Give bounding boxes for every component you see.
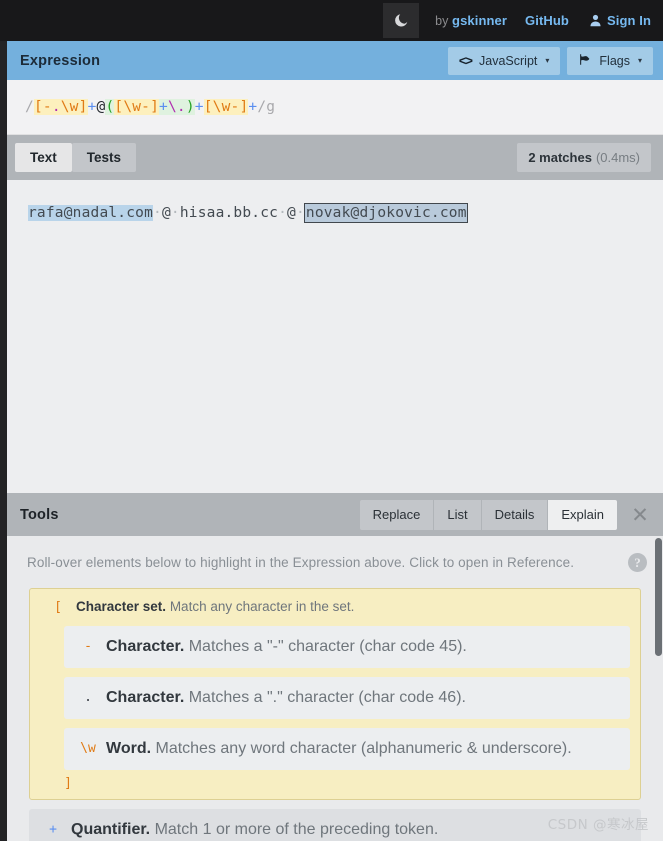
subject-at-2: @	[287, 205, 296, 221]
regex-pattern: /[-.\w]+@([\w-]+\.)+[\w-]+/g	[25, 99, 275, 115]
explain-child-word[interactable]: \w Word. Matches any word character (alp…	[64, 728, 630, 770]
subject-text: rafa@nadal.com·@·hisaa.bb.cc·@·novak@djo…	[28, 202, 663, 224]
regex-quantifier-2[interactable]: +	[195, 99, 204, 115]
theme-toggle-button[interactable]	[383, 3, 420, 38]
flags-button[interactable]: Flags ▾	[567, 46, 653, 75]
text-input-area[interactable]: rafa@nadal.com·@·hisaa.bb.cc·@·novak@djo…	[7, 180, 663, 493]
regex-charset-1[interactable]: [-.\w]	[33, 99, 88, 115]
explain-child-desc: Matches a "." character (char code 46).	[188, 689, 466, 706]
tools-scrollbar-thumb[interactable]	[655, 538, 662, 656]
whitespace-dot: ·	[153, 205, 162, 221]
token-dash: -	[84, 639, 92, 654]
explain-set-title: Character set.	[76, 599, 167, 614]
chevron-down-icon: ▾	[637, 56, 642, 65]
match-1[interactable]: rafa@nadal.com	[28, 205, 154, 221]
explain-child-dot[interactable]: . Character. Matches a "." character (ch…	[64, 677, 630, 719]
subject-at-1: @	[161, 205, 171, 221]
regex-flags[interactable]: g	[266, 99, 275, 115]
tool-button-details[interactable]: Details	[481, 499, 549, 530]
regex-open-delimiter: /	[25, 99, 34, 115]
explain-child-title: Character.	[106, 638, 185, 655]
explain-node-character-set[interactable]: [ Character set. Match any character in …	[29, 588, 641, 800]
explain-set-header: [ Character set. Match any character in …	[40, 598, 630, 617]
token-word: \w	[80, 741, 96, 756]
match-count-label: 2 matches	[528, 150, 592, 165]
explain-set-text: Character set. Match any character in th…	[76, 598, 354, 616]
match-time-label: (0.4ms)	[595, 150, 640, 165]
regex-quantifier-1[interactable]: +	[88, 99, 97, 115]
token-plus: +	[49, 822, 57, 837]
explain-set-footer: ]	[40, 770, 630, 792]
explain-tree: [ Character set. Match any character in …	[7, 588, 663, 841]
sign-in-button[interactable]: Sign In	[589, 13, 651, 28]
explain-quantifier-title: Quantifier.	[71, 821, 151, 838]
sign-in-label: Sign In	[606, 13, 651, 28]
help-icon[interactable]: ?	[628, 553, 647, 572]
token-open-bracket: [	[54, 600, 62, 615]
code-brackets-icon: <>	[458, 53, 473, 68]
whitespace-dot: ·	[278, 205, 288, 221]
person-icon	[589, 14, 602, 27]
explain-quantifier-text: Quantifier. Match 1 or more of the prece…	[71, 821, 438, 839]
tool-button-replace[interactable]: Replace	[359, 499, 435, 530]
text-toolbar: Text Tests 2 matches (0.4ms)	[7, 135, 663, 180]
regex-charset-2[interactable]: [\w-]	[203, 99, 249, 115]
regex-group-1[interactable]: ([\w-]+\.)	[105, 99, 195, 115]
explain-child-dash[interactable]: - Character. Matches a "-" character (ch…	[64, 626, 630, 668]
explain-node-quantifier[interactable]: + Quantifier. Match 1 or more of the pre…	[29, 809, 641, 841]
tools-header: Tools Replace List Details Explain ✕	[7, 493, 663, 536]
explain-set-desc: Match any character in the set.	[169, 599, 355, 614]
tab-tests[interactable]: Tests	[71, 143, 137, 172]
explain-quantifier-desc: Match 1 or more of the preceding token.	[154, 821, 439, 838]
explain-child-text: Character. Matches a "-" character (char…	[106, 638, 467, 656]
language-label: JavaScript	[479, 53, 538, 68]
explain-child-text: Word. Matches any word character (alphan…	[106, 740, 572, 758]
top-navbar: by gskinner GitHub Sign In	[0, 0, 663, 41]
expression-title: Expression	[20, 52, 101, 69]
token-close-bracket: ]	[64, 776, 72, 791]
regexr-app: by gskinner GitHub Sign In Expression <>…	[0, 0, 663, 841]
explain-child-title: Character.	[106, 689, 185, 706]
tool-button-explain[interactable]: Explain	[548, 499, 617, 530]
author-name: gskinner	[452, 13, 508, 28]
language-select-button[interactable]: <> JavaScript ▾	[447, 46, 561, 75]
tab-text[interactable]: Text	[15, 143, 72, 172]
tool-button-list[interactable]: List	[434, 499, 482, 530]
explain-child-desc: Matches a "-" character (char code 45).	[188, 638, 467, 655]
explain-hint-row: Roll-over elements below to highlight in…	[7, 536, 663, 588]
explain-hint: Roll-over elements below to highlight in…	[27, 555, 575, 570]
regex-quantifier-3[interactable]: +	[248, 99, 257, 115]
tools-body: Roll-over elements below to highlight in…	[7, 536, 663, 841]
github-link[interactable]: GitHub	[525, 13, 569, 28]
whitespace-dot: ·	[170, 205, 180, 221]
regex-close-delimiter: /	[257, 99, 267, 115]
match-count-badge: 2 matches (0.4ms)	[517, 143, 651, 172]
token-dot: .	[84, 690, 92, 705]
explain-child-text: Character. Matches a "." character (char…	[106, 689, 466, 707]
author-prefix: by	[435, 14, 453, 28]
match-2[interactable]: novak@djokovic.com	[303, 203, 468, 223]
moon-icon	[394, 13, 409, 28]
subject-host: hisaa.bb.cc	[179, 205, 279, 221]
author-credit: by gskinner	[435, 13, 507, 28]
left-rail	[0, 41, 7, 841]
explain-child-desc: Matches any word character (alphanumeric…	[155, 740, 572, 757]
expression-input[interactable]: /[-.\w]+@([\w-]+\.)+[\w-]+/g	[7, 80, 663, 135]
explain-child-title: Word.	[106, 740, 152, 757]
tools-scrollbar[interactable]	[654, 536, 663, 841]
flags-label: Flags	[599, 53, 630, 68]
chevron-down-icon: ▾	[545, 56, 550, 65]
expression-header: Expression <> JavaScript ▾ Flags ▾	[7, 41, 663, 80]
close-icon[interactable]: ✕	[625, 500, 655, 530]
tools-title: Tools	[20, 506, 59, 523]
flag-icon	[578, 53, 592, 69]
